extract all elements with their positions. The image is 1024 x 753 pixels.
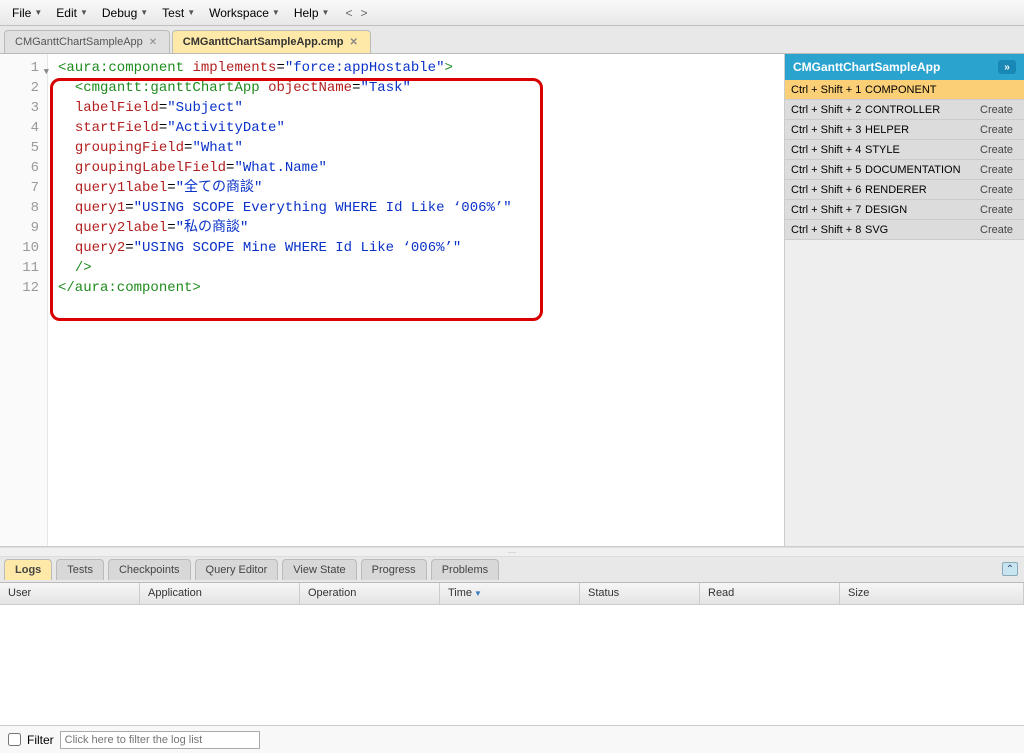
menu-test[interactable]: Test▼ bbox=[156, 2, 201, 24]
col-operation[interactable]: Operation bbox=[300, 583, 440, 604]
panel-tab-view-state[interactable]: View State bbox=[282, 559, 356, 580]
expand-panel-icon[interactable]: ⌃ bbox=[1002, 562, 1018, 576]
panel-tab-checkpoints[interactable]: Checkpoints bbox=[108, 559, 191, 580]
collapse-icon[interactable]: » bbox=[998, 60, 1016, 74]
col-time[interactable]: Time▼ bbox=[440, 583, 580, 604]
close-icon[interactable]: ✕ bbox=[350, 37, 360, 47]
create-link[interactable]: Create bbox=[980, 224, 1024, 236]
bundle-title: CMGanttChartSampleApp bbox=[793, 60, 940, 74]
panel-tab-problems[interactable]: Problems bbox=[431, 559, 499, 580]
filter-input[interactable] bbox=[60, 731, 260, 749]
create-link[interactable]: Create bbox=[980, 164, 1024, 176]
menu-edit[interactable]: Edit▼ bbox=[50, 2, 94, 24]
chevron-down-icon: ▼ bbox=[140, 8, 148, 17]
close-icon[interactable]: ✕ bbox=[149, 37, 159, 47]
menu-file[interactable]: File▼ bbox=[6, 2, 48, 24]
menu-bar: File▼ Edit▼ Debug▼ Test▼ Workspace▼ Help… bbox=[0, 0, 1024, 26]
bundle-row-component[interactable]: Ctrl + Shift + 1COMPONENT bbox=[785, 80, 1024, 100]
chevron-down-icon: ▼ bbox=[322, 8, 330, 17]
col-user[interactable]: User bbox=[0, 583, 140, 604]
bundle-row[interactable]: Ctrl + Shift + 8SVGCreate bbox=[785, 220, 1024, 240]
menu-workspace[interactable]: Workspace▼ bbox=[203, 2, 286, 24]
tab-inactive[interactable]: CMGanttChartSampleApp ✕ bbox=[4, 30, 170, 53]
create-link[interactable]: Create bbox=[980, 124, 1024, 136]
panel-tab-query-editor[interactable]: Query Editor bbox=[195, 559, 279, 580]
bundle-row[interactable]: Ctrl + Shift + 2CONTROLLERCreate bbox=[785, 100, 1024, 120]
chevron-down-icon: ▼ bbox=[187, 8, 195, 17]
log-table-body bbox=[0, 605, 1024, 725]
bundle-panel-header[interactable]: CMGanttChartSampleApp » bbox=[785, 54, 1024, 80]
tab-active[interactable]: CMGanttChartSampleApp.cmp ✕ bbox=[172, 30, 371, 53]
create-link[interactable]: Create bbox=[980, 184, 1024, 196]
create-link[interactable]: Create bbox=[980, 144, 1024, 156]
bundle-row[interactable]: Ctrl + Shift + 7DESIGNCreate bbox=[785, 200, 1024, 220]
bottom-panel-tabs: Logs Tests Checkpoints Query Editor View… bbox=[0, 557, 1024, 583]
bundle-row[interactable]: Ctrl + Shift + 3HELPERCreate bbox=[785, 120, 1024, 140]
sort-desc-icon: ▼ bbox=[474, 589, 482, 598]
log-table-header: User Application Operation Time▼ Status … bbox=[0, 583, 1024, 605]
create-link[interactable]: Create bbox=[980, 204, 1024, 216]
splitter-handle[interactable]: ⋯ bbox=[0, 547, 1024, 557]
editor-tabstrip: CMGanttChartSampleApp ✕ CMGanttChartSampl… bbox=[0, 26, 1024, 54]
chevron-down-icon: ▼ bbox=[80, 8, 88, 17]
bundle-panel: CMGanttChartSampleApp » Ctrl + Shift + 1… bbox=[784, 54, 1024, 546]
col-application[interactable]: Application bbox=[140, 583, 300, 604]
filter-bar: Filter bbox=[0, 725, 1024, 753]
code-editor[interactable]: 1▼ 23456789101112 <aura:component implem… bbox=[0, 54, 784, 546]
bundle-row[interactable]: Ctrl + Shift + 4STYLECreate bbox=[785, 140, 1024, 160]
nav-back-icon[interactable]: < bbox=[345, 6, 352, 20]
menu-help[interactable]: Help▼ bbox=[288, 2, 336, 24]
create-link[interactable]: Create bbox=[980, 104, 1024, 116]
filter-label: Filter bbox=[27, 733, 54, 747]
panel-tab-tests[interactable]: Tests bbox=[56, 559, 104, 580]
nav-forward-icon[interactable]: > bbox=[360, 6, 367, 20]
col-read[interactable]: Read bbox=[700, 583, 840, 604]
menu-debug[interactable]: Debug▼ bbox=[96, 2, 154, 24]
bundle-row[interactable]: Ctrl + Shift + 6RENDERERCreate bbox=[785, 180, 1024, 200]
line-gutter: 1▼ 23456789101112 bbox=[0, 54, 48, 546]
chevron-down-icon: ▼ bbox=[272, 8, 280, 17]
col-size[interactable]: Size bbox=[840, 583, 1024, 604]
filter-checkbox[interactable] bbox=[8, 733, 21, 746]
tab-label: CMGanttChartSampleApp.cmp bbox=[183, 36, 344, 48]
panel-tab-progress[interactable]: Progress bbox=[361, 559, 427, 580]
col-status[interactable]: Status bbox=[580, 583, 700, 604]
panel-tab-logs[interactable]: Logs bbox=[4, 559, 52, 580]
bundle-row[interactable]: Ctrl + Shift + 5DOCUMENTATIONCreate bbox=[785, 160, 1024, 180]
tab-label: CMGanttChartSampleApp bbox=[15, 36, 143, 48]
code-area[interactable]: <aura:component implements="force:appHos… bbox=[48, 54, 784, 546]
chevron-down-icon: ▼ bbox=[34, 8, 42, 17]
